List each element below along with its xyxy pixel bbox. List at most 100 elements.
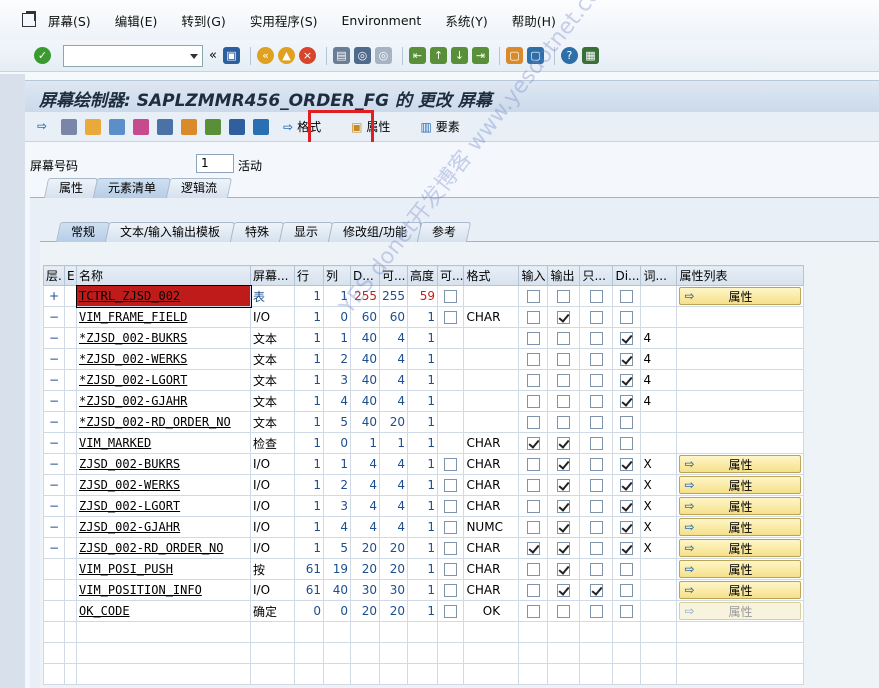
height-cell[interactable]: 1 — [407, 516, 438, 538]
scroll-cell[interactable] — [436, 537, 465, 559]
menu-system[interactable]: 系统(Y) — [445, 11, 487, 30]
scroll-cell[interactable] — [436, 285, 465, 307]
deflen-cell[interactable]: 20 — [350, 558, 380, 580]
dict-cell[interactable] — [612, 495, 642, 517]
dict-cell[interactable] — [612, 369, 642, 391]
e-cell[interactable] — [64, 474, 77, 496]
checkbox[interactable] — [589, 479, 603, 492]
line-cell[interactable]: 1 — [294, 474, 324, 496]
input-cell[interactable] — [518, 369, 549, 391]
checkbox[interactable] — [557, 332, 571, 345]
stack-icon[interactable] — [229, 118, 245, 135]
checkbox[interactable] — [589, 605, 603, 618]
toggle-icon[interactable] — [61, 118, 77, 135]
next-page-icon[interactable]: ↓ — [450, 47, 468, 64]
line-cell[interactable]: 1 — [294, 390, 324, 412]
vislen-cell[interactable]: 20 — [379, 558, 408, 580]
readonly-cell[interactable] — [579, 411, 614, 433]
vislen-cell[interactable]: 20 — [379, 600, 408, 622]
checkbox[interactable] — [620, 353, 634, 366]
dict-cell[interactable] — [612, 600, 642, 622]
checkbox[interactable] — [557, 395, 571, 408]
level-cell[interactable]: − — [43, 537, 65, 559]
height-cell[interactable]: 1 — [407, 579, 438, 601]
checkbox[interactable] — [620, 605, 634, 618]
column-header[interactable]: 层. — [43, 265, 65, 286]
attr-list-cell[interactable]: ⇨ 属性 — [676, 474, 805, 496]
checkbox[interactable] — [620, 521, 634, 534]
attr-list-cell[interactable] — [676, 390, 805, 412]
deflen-cell[interactable]: 40 — [350, 327, 380, 349]
output-cell[interactable] — [547, 411, 581, 433]
checkbox[interactable] — [444, 584, 458, 597]
input-cell[interactable] — [518, 432, 549, 454]
dict-cell[interactable] — [612, 432, 642, 454]
checkbox[interactable] — [620, 332, 634, 345]
hierarchy-icon[interactable] — [109, 118, 125, 135]
readonly-cell[interactable] — [579, 579, 614, 601]
line-cell[interactable]: 61 — [294, 579, 324, 601]
line-cell[interactable]: 1 — [294, 495, 324, 517]
dict-field-cell[interactable] — [640, 579, 678, 601]
dict-cell[interactable] — [612, 285, 642, 307]
table-row[interactable]: − VIM_FRAME_FIELD I/O 1 0 60 60 1 CHAR — [43, 306, 805, 328]
dict-cell[interactable] — [612, 474, 642, 496]
format-cell[interactable] — [463, 327, 520, 349]
arrow-right-icon[interactable]: ⇨ — [37, 119, 53, 135]
column-cell[interactable]: 3 — [323, 495, 351, 517]
checkbox[interactable] — [589, 437, 603, 450]
readonly-cell[interactable] — [579, 306, 614, 328]
menu-goto[interactable]: 转到(G) — [181, 11, 225, 30]
column-header[interactable]: 只... — [579, 265, 614, 286]
tab-flow-logic[interactable]: 逻辑流 — [165, 178, 233, 198]
print-icon[interactable]: ▤ — [332, 47, 350, 64]
input-cell[interactable] — [518, 453, 549, 475]
checkbox[interactable] — [526, 500, 540, 513]
readonly-cell[interactable] — [579, 285, 614, 307]
e-cell[interactable] — [64, 453, 77, 475]
checkbox[interactable] — [557, 290, 571, 303]
level-cell[interactable] — [43, 558, 65, 580]
e-cell[interactable] — [64, 369, 77, 391]
attributes-row-button[interactable]: ⇨ 属性 — [679, 497, 802, 515]
level-cell[interactable]: − — [43, 516, 65, 538]
checkbox[interactable] — [526, 374, 540, 387]
output-cell[interactable] — [547, 453, 581, 475]
table-row[interactable]: + TCTRL_ZJSD_002 表 1 1 255 255 59 ⇨ 属性 — [43, 284, 805, 308]
tab-text-io-templates[interactable]: 文本/输入输出模板 — [104, 222, 236, 242]
attr-list-cell[interactable] — [676, 411, 805, 433]
dict-field-cell[interactable] — [640, 600, 678, 622]
level-cell[interactable] — [43, 579, 65, 601]
tree-icon[interactable] — [205, 118, 221, 135]
checkbox[interactable] — [557, 521, 571, 534]
dict-field-cell[interactable]: 4 — [640, 348, 678, 370]
element-type-cell[interactable]: I/O — [250, 537, 295, 559]
checkbox[interactable] — [444, 563, 458, 576]
attr-list-cell[interactable] — [676, 306, 805, 328]
column-cell[interactable]: 5 — [323, 537, 351, 559]
e-cell[interactable] — [64, 537, 77, 559]
column-cell[interactable]: 1 — [323, 453, 351, 475]
checkbox[interactable] — [526, 521, 540, 534]
format-cell[interactable]: OK — [463, 600, 520, 622]
format-cell[interactable]: CHAR — [463, 558, 520, 580]
vislen-cell[interactable]: 30 — [379, 579, 408, 601]
checkbox[interactable] — [589, 332, 603, 345]
e-cell[interactable] — [64, 285, 77, 307]
column-header[interactable]: 输入 — [518, 265, 549, 286]
e-cell[interactable] — [64, 411, 77, 433]
dict-field-cell[interactable]: 4 — [640, 369, 678, 391]
readonly-cell[interactable] — [579, 474, 614, 496]
checkbox[interactable] — [557, 479, 571, 492]
scroll-cell[interactable] — [436, 516, 465, 538]
table-row[interactable]: VIM_POSITION_INFO I/O 61 40 30 30 1 CHAR ⇨ 属性 — [43, 579, 805, 601]
dict-field-cell[interactable] — [640, 306, 678, 328]
format-cell[interactable]: CHAR — [463, 495, 520, 517]
element-type-cell[interactable]: 文本 — [250, 327, 295, 349]
checkbox[interactable] — [589, 374, 603, 387]
level-cell[interactable]: − — [43, 306, 65, 328]
checkbox[interactable] — [620, 290, 634, 303]
level-cell[interactable]: − — [43, 495, 65, 517]
checkbox[interactable] — [620, 458, 634, 471]
height-cell[interactable]: 1 — [407, 432, 438, 454]
